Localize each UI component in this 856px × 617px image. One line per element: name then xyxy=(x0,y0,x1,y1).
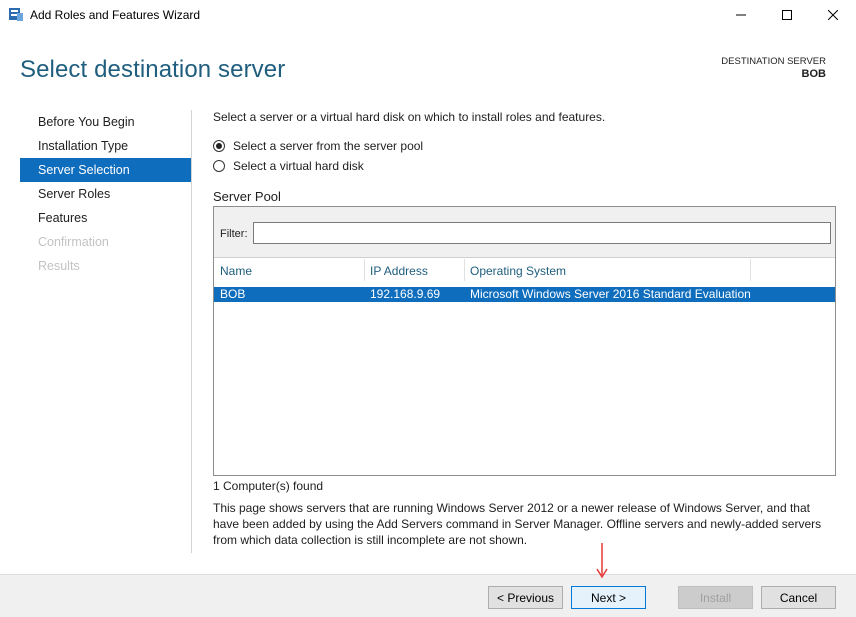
next-button[interactable]: Next > xyxy=(571,586,646,609)
filter-label: Filter: xyxy=(220,228,248,240)
cell-operating-system: Microsoft Windows Server 2016 Standard E… xyxy=(470,287,751,301)
title-bar: Add Roles and Features Wizard xyxy=(0,0,856,30)
cell-server-name: BOB xyxy=(220,287,246,301)
minimize-icon xyxy=(736,14,746,16)
nav-item-results: Results xyxy=(38,259,80,273)
nav-item-server-roles[interactable]: Server Roles xyxy=(20,182,191,206)
column-header-operating-system[interactable]: Operating System xyxy=(464,259,750,283)
minimize-button[interactable] xyxy=(718,0,764,30)
cancel-button[interactable]: Cancel xyxy=(761,586,836,609)
intro-text: Select a server or a virtual hard disk o… xyxy=(213,110,606,124)
column-header-ip-address[interactable]: IP Address xyxy=(364,259,464,283)
cell-ip-address: 192.168.9.69 xyxy=(370,287,441,301)
nav-item-before-you-begin[interactable]: Before You Begin xyxy=(20,110,191,134)
table-row[interactable]: BOB 192.168.9.69 Microsoft Windows Serve… xyxy=(214,287,835,302)
radio-server-pool[interactable] xyxy=(213,140,225,152)
option-server-pool[interactable]: Select a server from the server pool xyxy=(213,137,423,155)
server-pool-table: Filter: Name IP Address Operating System… xyxy=(213,206,836,476)
close-button[interactable] xyxy=(810,0,856,30)
page-title: Select destination server xyxy=(20,56,286,83)
column-separator[interactable] xyxy=(750,259,751,281)
pool-description: This page shows servers that are running… xyxy=(213,501,822,547)
destination-server-label: DESTINATION SERVER xyxy=(721,56,826,67)
nav-item-confirmation: Confirmation xyxy=(38,235,109,249)
wizard-header: Select destination server DESTINATION SE… xyxy=(0,30,856,100)
server-pool-heading: Server Pool xyxy=(213,189,281,204)
nav-item-features[interactable]: Features xyxy=(20,206,191,230)
destination-server-value: BOB xyxy=(801,68,826,80)
option-virtual-hard-disk-label[interactable]: Select a virtual hard disk xyxy=(233,159,364,173)
filter-input[interactable] xyxy=(253,222,831,244)
wizard-footer: < Previous Next > Install Cancel xyxy=(0,574,856,617)
window-title: Add Roles and Features Wizard xyxy=(30,8,201,22)
wizard-steps-nav: Before You Begin Installation Type Serve… xyxy=(20,110,191,278)
option-server-pool-label[interactable]: Select a server from the server pool xyxy=(233,139,423,153)
nav-item-installation-type[interactable]: Installation Type xyxy=(20,134,191,158)
close-icon xyxy=(828,10,838,20)
nav-item-server-selection[interactable]: Server Selection xyxy=(20,158,191,182)
previous-button[interactable]: < Previous xyxy=(488,586,563,609)
computers-found-count: 1 Computer(s) found xyxy=(213,479,324,493)
filter-bar: Filter: xyxy=(214,207,835,258)
install-button: Install xyxy=(678,586,753,609)
maximize-button[interactable] xyxy=(764,0,810,30)
radio-virtual-hard-disk[interactable] xyxy=(213,160,225,172)
option-virtual-hard-disk[interactable]: Select a virtual hard disk xyxy=(213,157,364,175)
nav-divider xyxy=(191,110,192,553)
column-header-name[interactable]: Name xyxy=(214,259,364,283)
annotation-arrow-icon xyxy=(596,543,608,579)
server-manager-icon xyxy=(9,8,23,21)
maximize-icon xyxy=(782,10,792,20)
